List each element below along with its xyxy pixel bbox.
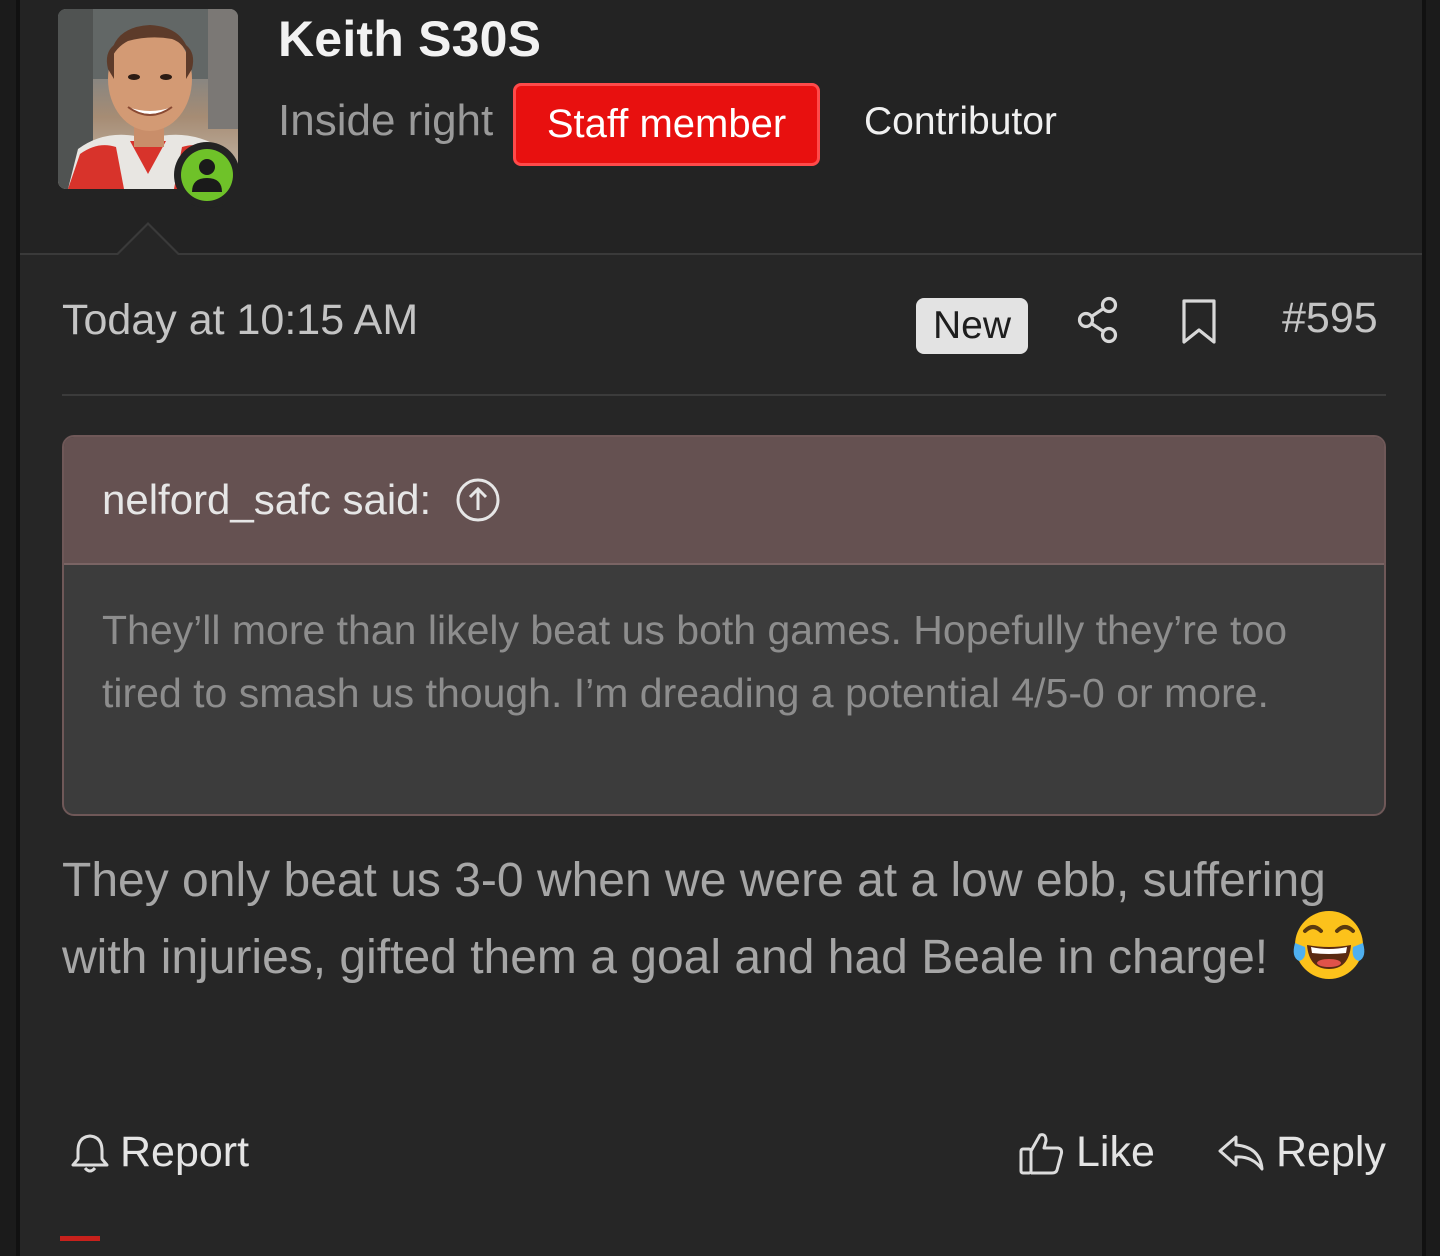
next-post-edge <box>60 1236 100 1241</box>
arrow-up-circle-icon[interactable] <box>455 477 501 523</box>
quote-author[interactable]: nelford_safc said: <box>102 476 431 524</box>
post-text: They only beat us 3-0 when we were at a … <box>62 844 1392 1004</box>
user-title: Inside right <box>278 96 494 145</box>
staff-badge: Staff member <box>513 83 820 166</box>
divider <box>62 394 1386 396</box>
like-button[interactable]: Like <box>1018 1128 1155 1177</box>
new-badge: New <box>916 298 1028 354</box>
quote-header[interactable]: nelford_safc said: <box>64 437 1384 565</box>
report-label: Report <box>120 1128 250 1176</box>
thumbs-up-icon <box>1019 1132 1064 1174</box>
reply-icon <box>1218 1135 1264 1170</box>
role-badge: Contributor <box>864 100 1057 143</box>
username[interactable]: Keith S30S <box>278 10 541 68</box>
report-button[interactable]: Report <box>70 1128 249 1177</box>
bell-icon <box>71 1134 109 1172</box>
post-container: Keith S30S Inside right Staff member Con… <box>16 0 1426 1256</box>
post-text-content: They only beat us 3-0 when we were at a … <box>62 854 1326 985</box>
user-online-icon <box>174 142 240 208</box>
bookmark-icon[interactable] <box>1180 298 1218 351</box>
reply-button[interactable]: Reply <box>1216 1128 1386 1177</box>
share-icon[interactable] <box>1076 296 1120 349</box>
post-number[interactable]: #595 <box>1282 294 1378 343</box>
quote-block: nelford_safc said: They’ll more than lik… <box>62 435 1386 816</box>
reply-label: Reply <box>1276 1128 1386 1176</box>
header-pointer <box>116 222 180 255</box>
user-header: Keith S30S Inside right Staff member Con… <box>20 0 1422 255</box>
post-date[interactable]: Today at 10:15 AM <box>62 296 418 345</box>
tears-of-joy-emoji <box>1291 907 1367 1004</box>
like-label: Like <box>1076 1128 1155 1176</box>
quote-text: They’ll more than likely beat us both ga… <box>102 607 1288 716</box>
